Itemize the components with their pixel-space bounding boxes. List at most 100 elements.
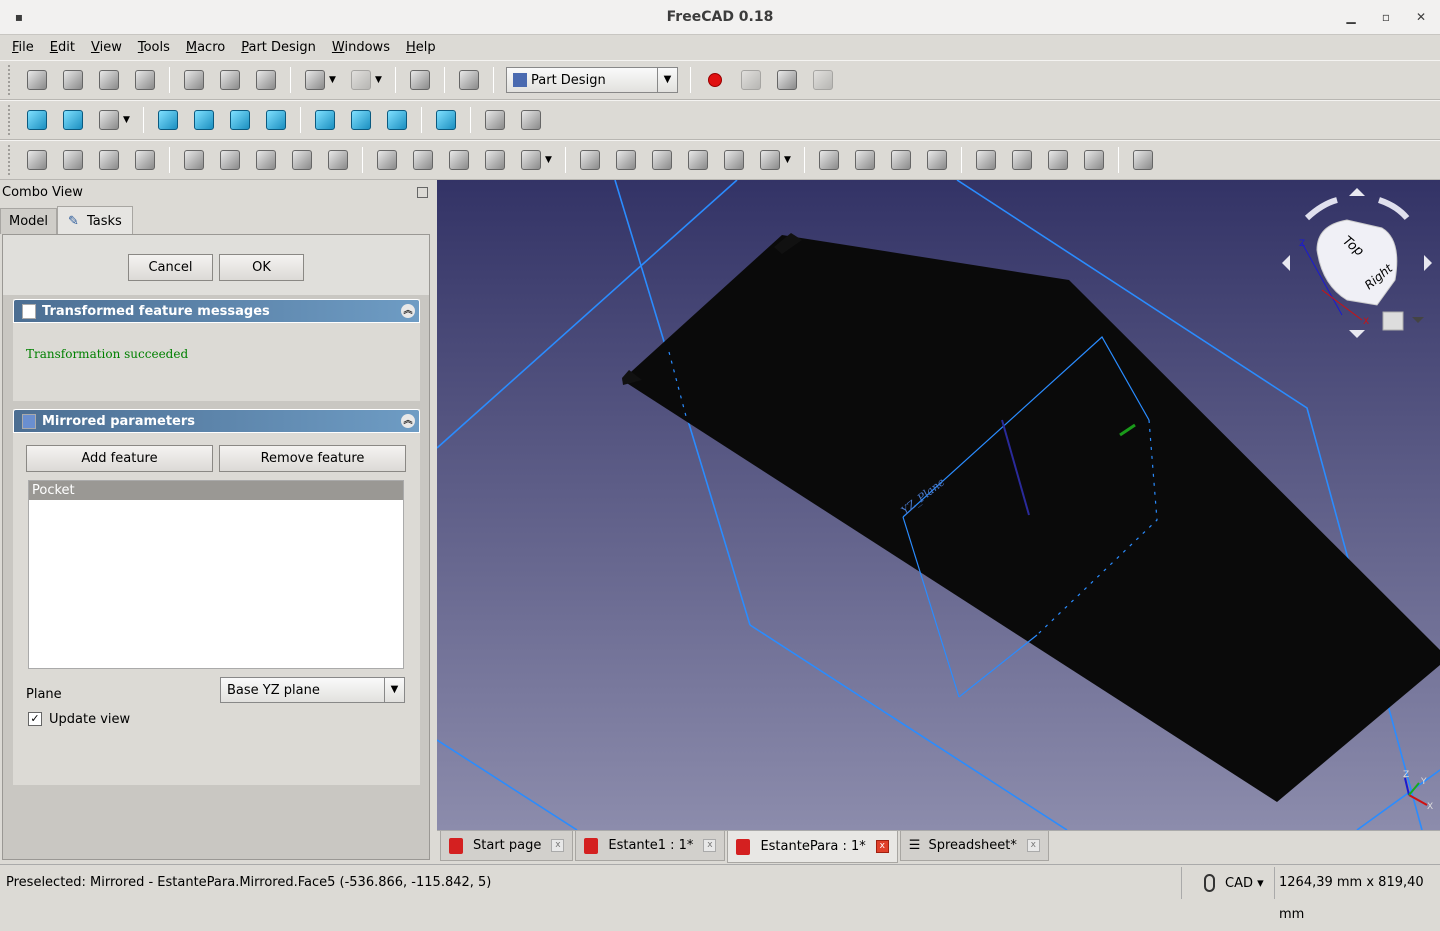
open-file-icon[interactable] [59,66,87,94]
3d-viewport[interactable]: YZ_Plane Top Right Z X Z Y X [437,180,1440,830]
toolbar-grip[interactable] [8,105,13,135]
import-icon[interactable] [95,66,123,94]
close-button[interactable]: ✕ [1404,0,1438,34]
ok-button[interactable]: OK [219,254,304,281]
cut-icon[interactable] [180,66,208,94]
fit-selection-icon[interactable] [59,106,87,134]
multi-transform-icon[interactable] [923,146,951,174]
additive-loft-icon[interactable] [445,146,473,174]
app-menu-icon[interactable]: ▪ [2,0,36,34]
cancel-button[interactable]: Cancel [128,254,213,281]
subtractive-primitive-icon[interactable] [756,146,784,174]
draw-style-icon[interactable] [95,106,123,134]
measure-distance-icon[interactable] [432,106,460,134]
revolution-icon[interactable] [409,146,437,174]
part-icon-icon[interactable] [481,106,509,134]
toolbar-grip[interactable] [8,65,13,95]
close-tab-icon[interactable]: x [551,839,565,852]
navigation-style-button[interactable]: CAD ▾ [1181,867,1273,899]
menu-file[interactable]: File [4,36,42,60]
shape-binder-icon[interactable] [95,146,123,174]
group-icon-icon[interactable] [517,106,545,134]
bottom-view-icon[interactable] [347,106,375,134]
add-feature-button[interactable]: Add feature [26,445,213,472]
isometric-view-icon[interactable] [154,106,182,134]
doc-tab[interactable]: Estante1 : 1* x [575,831,726,861]
tab-model[interactable]: Model [0,208,58,234]
additive-dropdown-icon[interactable]: ▼ [545,155,555,165]
menu-view[interactable]: View [83,36,130,60]
hole-icon[interactable] [612,146,640,174]
record-macro-icon[interactable] [701,66,729,94]
menu-tools[interactable]: Tools [130,36,178,60]
undo-icon[interactable] [301,66,329,94]
menu-windows[interactable]: Windows [324,36,398,60]
feature-list[interactable]: Pocket [28,480,404,669]
close-tab-icon[interactable]: x [703,839,717,852]
stop-macro-icon[interactable] [737,66,765,94]
clone-icon[interactable] [131,146,159,174]
fillet-icon[interactable] [972,146,1000,174]
redo-icon[interactable] [347,66,375,94]
datum-plane-icon[interactable] [252,146,280,174]
thickness-icon[interactable] [1080,146,1108,174]
draft-icon[interactable] [1044,146,1072,174]
linear-pattern-icon[interactable] [851,146,879,174]
datum-shape-icon[interactable] [288,146,316,174]
shelf-solid[interactable] [622,235,1440,802]
redo-dropdown-icon[interactable]: ▼ [375,75,385,85]
list-item[interactable]: Pocket [29,481,403,500]
whats-this-icon[interactable] [455,66,483,94]
copy-icon[interactable] [216,66,244,94]
boolean-icon[interactable] [1129,146,1157,174]
menu-help[interactable]: Help [398,36,444,60]
top-view-icon[interactable] [226,106,254,134]
new-file-icon[interactable] [23,66,51,94]
update-view-checkbox[interactable]: ✓ [28,712,42,726]
close-tab-icon[interactable]: x [1026,839,1040,852]
sketch-icon[interactable] [324,146,352,174]
doc-tab[interactable]: EstantePara : 1* x [727,831,898,863]
tab-tasks[interactable]: ✎ Tasks [57,206,133,234]
edit-macro-icon[interactable] [773,66,801,94]
subtractive-dropdown-icon[interactable]: ▼ [784,155,794,165]
pad-icon[interactable] [373,146,401,174]
scene[interactable]: YZ_Plane Top Right Z X Z Y X [437,180,1440,830]
mirrored-icon[interactable] [815,146,843,174]
chamfer-icon[interactable] [1008,146,1036,174]
fit-all-icon[interactable] [23,106,51,134]
print-icon[interactable] [131,66,159,94]
minimize-button[interactable]: ▁ [1334,0,1368,34]
doc-tab[interactable]: Start page x [440,831,574,861]
collapse-icon[interactable]: ︽ [401,304,415,318]
right-view-icon[interactable] [262,106,290,134]
left-view-icon[interactable] [383,106,411,134]
doc-tab[interactable]: ☰ Spreadsheet* x [899,831,1049,861]
additive-primitive-icon[interactable] [517,146,545,174]
undo-dropdown-icon[interactable]: ▼ [329,75,339,85]
workbench-select[interactable]: Part Design ▼ [506,67,678,93]
refresh-icon[interactable] [406,66,434,94]
groove-icon[interactable] [648,146,676,174]
additive-pipe-icon[interactable] [481,146,509,174]
plane-select[interactable]: Base YZ plane ▼ [220,677,405,703]
collapse-icon[interactable]: ︽ [401,414,415,428]
front-view-icon[interactable] [190,106,218,134]
run-macro-icon[interactable] [809,66,837,94]
datum-line-icon[interactable] [216,146,244,174]
maximize-button[interactable]: ▫ [1369,0,1403,34]
draw-style-dropdown-icon[interactable]: ▼ [123,115,133,125]
menu-macro[interactable]: Macro [178,36,233,60]
close-tab-icon[interactable]: x [875,840,889,853]
rear-view-icon[interactable] [311,106,339,134]
subtractive-pipe-icon[interactable] [720,146,748,174]
menu-edit[interactable]: Edit [42,36,83,60]
create-part-icon[interactable] [59,146,87,174]
paste-icon[interactable] [252,66,280,94]
create-body-icon[interactable] [23,146,51,174]
datum-point-icon[interactable] [180,146,208,174]
subtractive-loft-icon[interactable] [684,146,712,174]
toolbar-grip[interactable] [8,145,13,175]
pocket-icon[interactable] [576,146,604,174]
navigation-cube[interactable]: Top Right Z X [1282,188,1432,338]
